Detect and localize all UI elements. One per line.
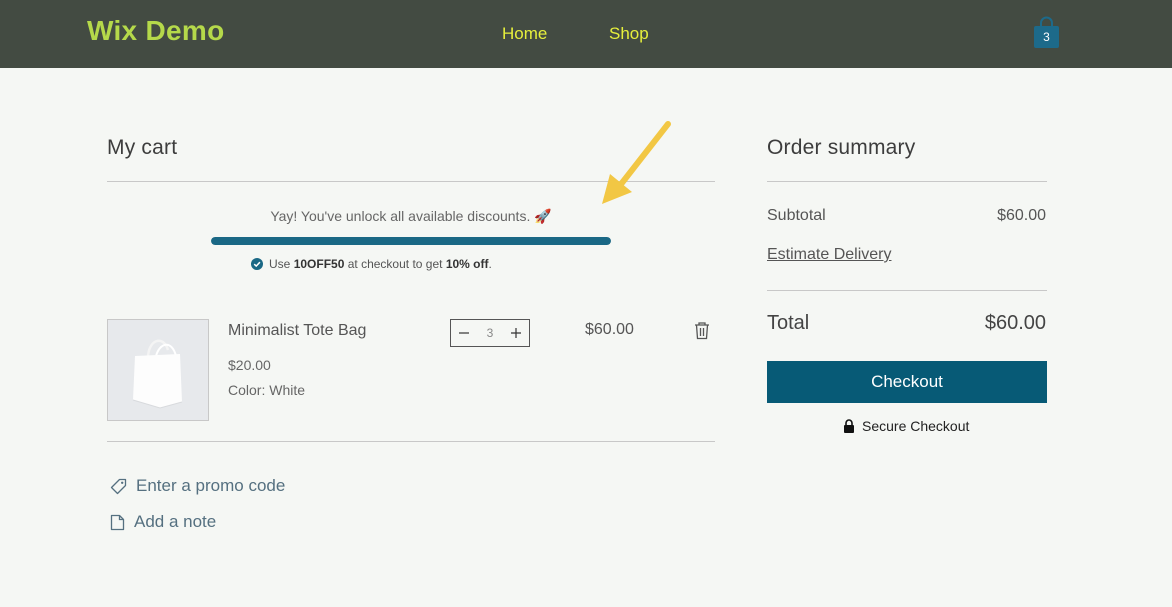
estimate-delivery-link[interactable]: Estimate Delivery [767, 246, 891, 264]
total-value: $60.00 [984, 312, 1046, 334]
item-name[interactable]: Minimalist Tote Bag [228, 322, 366, 340]
plus-icon [511, 328, 521, 338]
cart-button[interactable]: 3 [1033, 15, 1060, 49]
summary-total-divider [767, 290, 1047, 291]
coupon-amount: 10% off [445, 257, 489, 271]
lock-icon [844, 419, 854, 433]
coupon-prefix: Use [269, 257, 291, 271]
cart-items-divider [107, 441, 715, 442]
discount-progress-fill [211, 237, 611, 245]
site-brand[interactable]: Wix Demo [87, 15, 225, 47]
minus-icon [459, 332, 469, 334]
checkout-button[interactable]: Checkout [767, 361, 1047, 403]
discount-message: Yay! You've unlock all available discoun… [270, 208, 552, 224]
item-total-price: $60.00 [585, 321, 634, 338]
nav-link-shop[interactable]: Shop [609, 24, 649, 44]
site-header: Wix Demo Home Shop 3 [0, 0, 1172, 68]
subtotal-value: $60.00 [997, 207, 1046, 224]
tag-icon [110, 478, 127, 494]
increase-quantity-button[interactable] [503, 320, 529, 346]
order-summary-title: Order summary [767, 136, 916, 159]
promo-code-label: Enter a promo code [136, 476, 286, 495]
total-label: Total [767, 312, 810, 334]
subtotal-label: Subtotal [767, 207, 826, 224]
secure-checkout-label: Secure Checkout [862, 418, 970, 434]
quantity-stepper [450, 319, 530, 347]
cart-count-badge: 3 [1043, 30, 1050, 44]
trash-icon [695, 322, 709, 340]
coupon-hint: Use 10OFF50 at checkout to get 10% off. [251, 257, 492, 271]
check-circle-icon [251, 258, 263, 270]
item-color: Color: White [228, 382, 306, 398]
summary-header-divider [767, 181, 1047, 182]
cart-title: My cart [107, 136, 178, 159]
note-icon [110, 514, 125, 530]
item-unit-price: $20.00 [228, 357, 271, 373]
decrease-quantity-button[interactable] [451, 320, 477, 346]
tote-bag-image [108, 320, 208, 420]
discount-progress-bar [211, 237, 611, 245]
quantity-input[interactable] [477, 326, 503, 340]
nav-link-home[interactable]: Home [502, 24, 547, 44]
coupon-code: 10OFF50 [293, 257, 345, 271]
coupon-suffix: . [488, 257, 492, 271]
secure-checkout-note: Secure Checkout [843, 418, 969, 434]
remove-item-button[interactable] [693, 321, 711, 345]
coupon-middle: at checkout to get [347, 257, 443, 271]
product-thumbnail[interactable] [107, 319, 209, 421]
promo-code-link[interactable]: Enter a promo code [110, 476, 285, 496]
add-note-label: Add a note [134, 512, 217, 531]
annotation-arrow-icon [602, 121, 671, 204]
add-note-link[interactable]: Add a note [110, 512, 216, 532]
